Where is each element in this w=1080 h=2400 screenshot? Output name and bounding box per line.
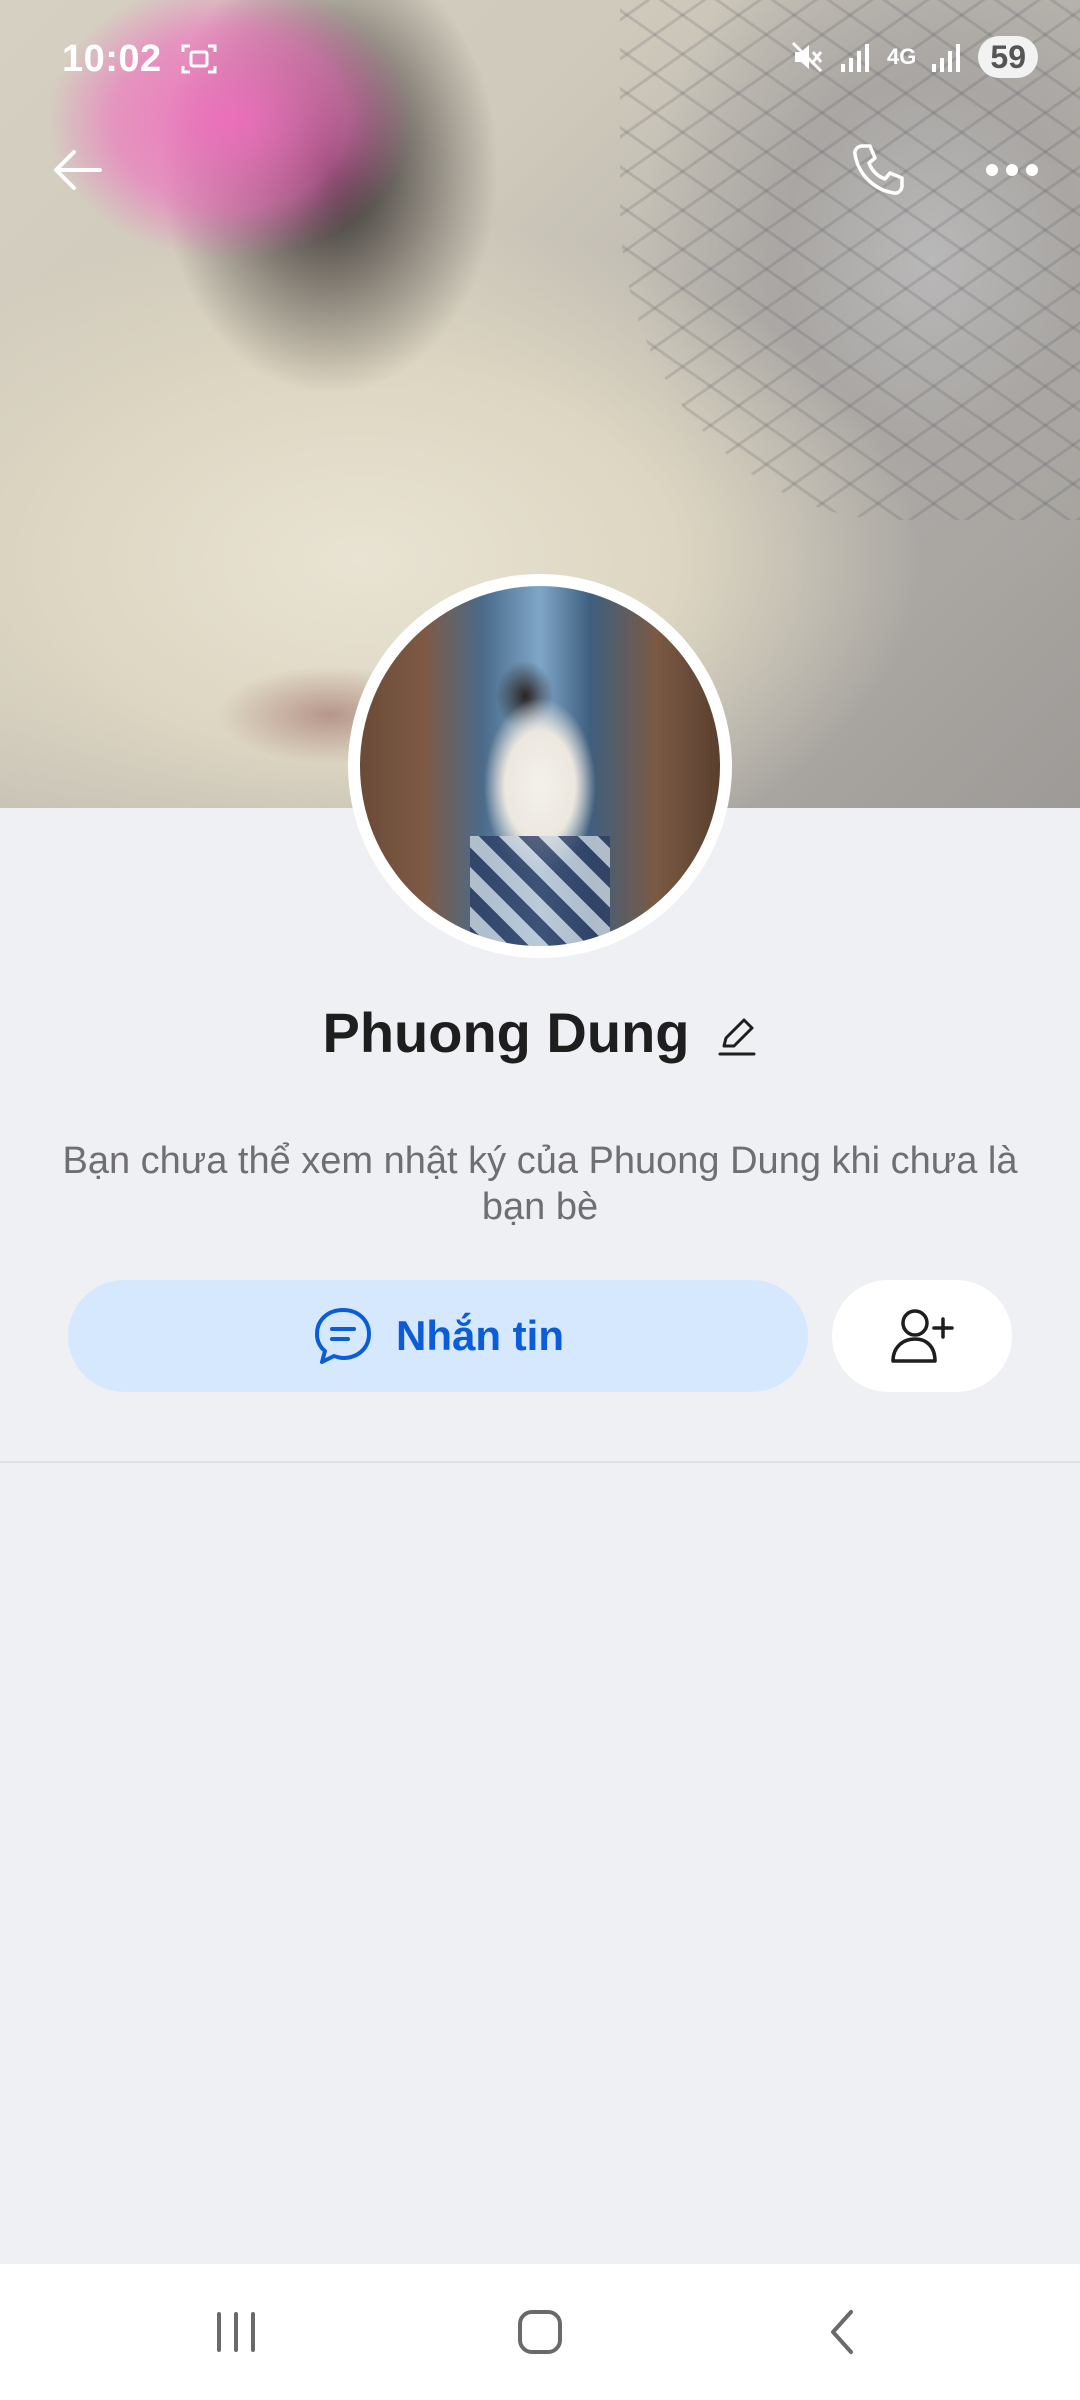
screen-record-icon: [181, 44, 217, 74]
private-diary-notice: Bạn chưa thể xem nhật ký của Phuong Dung…: [62, 1140, 1018, 1228]
home-icon: [518, 2310, 562, 2354]
call-button[interactable]: [838, 130, 918, 210]
status-time: 10:02: [62, 38, 162, 80]
signal-icon-2: [932, 44, 961, 72]
mute-icon: [791, 41, 823, 73]
recent-apps-button[interactable]: [186, 2292, 286, 2372]
system-back-button[interactable]: [792, 2292, 892, 2372]
chevron-left-icon: [831, 2310, 853, 2354]
network-type: 4G: [887, 44, 917, 69]
home-button[interactable]: [490, 2292, 590, 2372]
profile-name-row: Phuong Dung: [0, 1000, 1080, 1065]
pencil-icon[interactable]: [714, 1014, 758, 1058]
section-divider: [0, 1461, 1080, 1463]
chat-bubble-icon: [315, 1308, 371, 1364]
status-icons: 4G 59: [789, 36, 1038, 78]
more-icon: [986, 164, 1038, 176]
avatar[interactable]: [348, 574, 732, 958]
avatar-photo: [360, 586, 720, 946]
add-friend-button[interactable]: [832, 1280, 1012, 1392]
system-nav-bar: [0, 2264, 1080, 2400]
message-button[interactable]: Nhắn tin: [68, 1280, 808, 1392]
status-bar: 10:02 4G 59: [0, 0, 1080, 120]
battery-level: 59: [978, 36, 1038, 78]
add-user-icon: [891, 1309, 954, 1363]
message-button-label: Nhắn tin: [396, 1312, 564, 1359]
profile-name: Phuong Dung: [322, 1001, 690, 1064]
signal-icon: [841, 44, 870, 72]
phone-icon: [853, 144, 904, 195]
more-button[interactable]: [972, 130, 1052, 210]
back-arrow-icon: [54, 150, 102, 190]
back-button[interactable]: [38, 130, 118, 210]
recents-icon: [217, 2312, 255, 2352]
